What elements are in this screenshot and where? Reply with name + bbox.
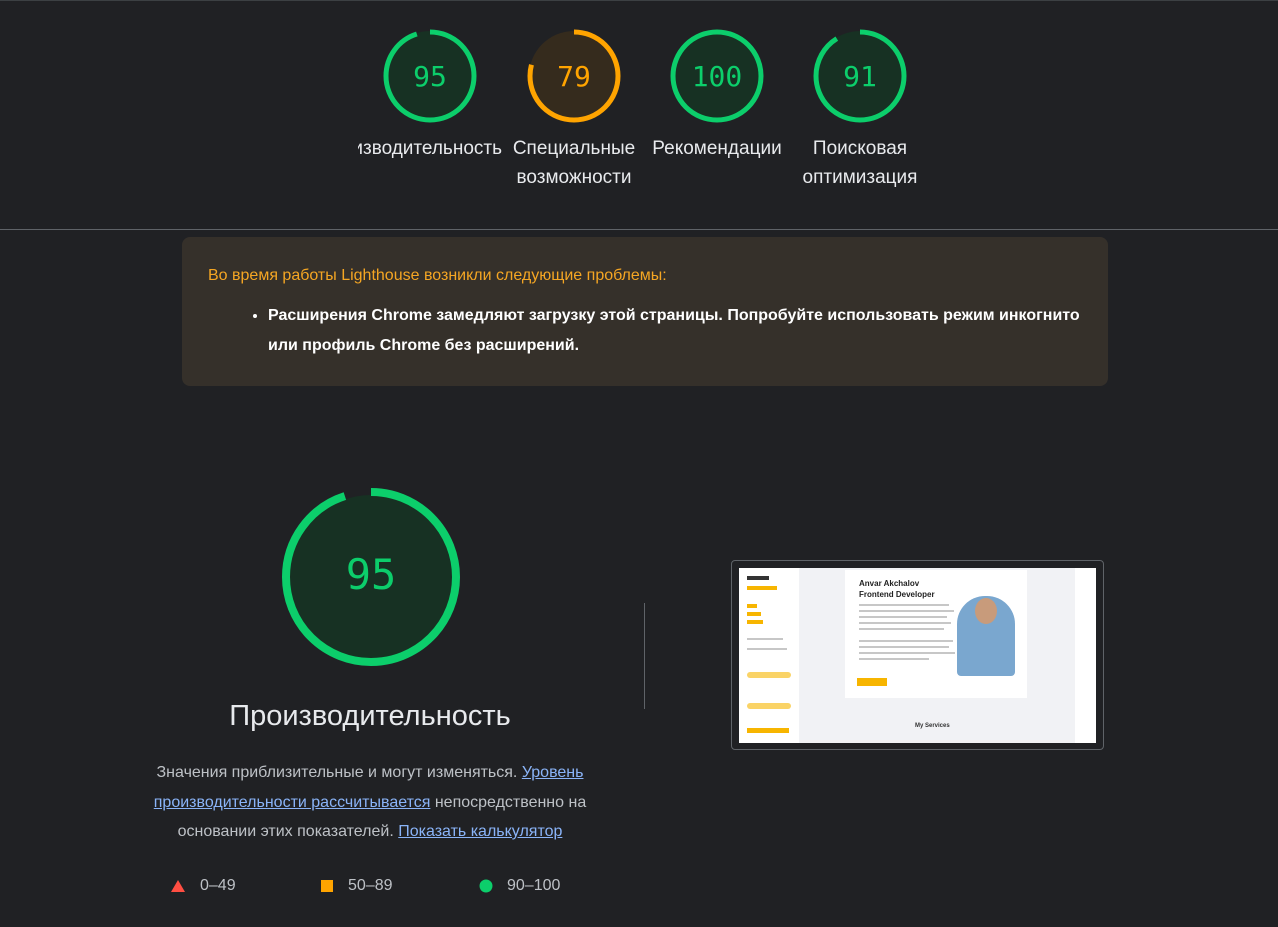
- legend-average-range: 50–89: [348, 877, 393, 894]
- gauge-performance-score: 95: [413, 60, 447, 93]
- screenshot-name: Anvar Akchalov Frontend Developer: [859, 579, 935, 599]
- gauge-accessibility-label: Специальные возможности: [512, 138, 636, 188]
- gauge-performance-ring: 95: [383, 29, 477, 123]
- performance-title: Производительность: [229, 700, 511, 732]
- gauge-performance-label: Производительность: [358, 138, 502, 159]
- screenshot-photo-head: [975, 598, 997, 624]
- gauge-best-practices-ring: 100: [670, 29, 764, 123]
- gauge-performance[interactable]: 95 Производительность: [358, 28, 502, 194]
- gauge-accessibility-score: 79: [557, 60, 591, 93]
- warning-box: Во время работы Lighthouse возникли след…: [182, 237, 1108, 386]
- gauge-best-practices-score: 100: [692, 60, 743, 93]
- gauge-best-practices[interactable]: 100 Рекомендации: [645, 28, 789, 194]
- header-divider: [0, 229, 1278, 230]
- performance-gauge: 95: [282, 488, 460, 666]
- performance-score: 95: [346, 550, 397, 599]
- legend-fail-range: 0–49: [200, 877, 236, 894]
- triangle-icon: [171, 880, 185, 892]
- desc-part1: Значения приблизительные и могут изменят…: [156, 764, 518, 781]
- legend-pass: 90–100: [479, 873, 560, 899]
- gauge-best-practices-label: Рекомендации: [652, 138, 782, 159]
- screenshot-sidebar: [739, 568, 799, 743]
- screenshot-section-title: My Services: [915, 723, 950, 729]
- legend-pass-range: 90–100: [507, 877, 561, 894]
- gauge-seo-score: 91: [843, 60, 877, 93]
- warning-item: Расширения Chrome замедляют загрузку это…: [268, 301, 1082, 361]
- performance-description: Значения приблизительные и могут изменят…: [120, 758, 620, 847]
- circle-icon: [479, 879, 493, 893]
- warning-list: Расширения Chrome замедляют загрузку это…: [208, 301, 1082, 361]
- legend-average: 50–89: [320, 873, 393, 899]
- vertical-divider: [644, 603, 645, 709]
- gauge-accessibility[interactable]: 79 Специальные возможности: [502, 28, 646, 194]
- gauge-seo-label: Поисковая оптимизация: [802, 138, 918, 188]
- gauge-seo[interactable]: 91 Поисковая оптимизация: [788, 28, 932, 194]
- page-screenshot-thumbnail[interactable]: Anvar Akchalov Frontend Developer My Serv…: [731, 560, 1104, 750]
- warning-title: Во время работы Lighthouse возникли след…: [208, 267, 667, 284]
- gauge-seo-ring: 91: [813, 29, 907, 123]
- legend-fail: 0–49: [170, 873, 236, 899]
- category-gauges: 95 Производительность 79 Специальные воз…: [0, 0, 1278, 229]
- show-calculator-link[interactable]: Показать калькулятор: [398, 823, 562, 840]
- gauge-accessibility-ring: 79: [527, 29, 621, 123]
- square-icon: [321, 880, 333, 892]
- screenshot-cta: [857, 678, 887, 686]
- screenshot-content: Anvar Akchalov Frontend Developer My Serv…: [739, 568, 1096, 743]
- screenshot-right-bar: [1075, 568, 1096, 743]
